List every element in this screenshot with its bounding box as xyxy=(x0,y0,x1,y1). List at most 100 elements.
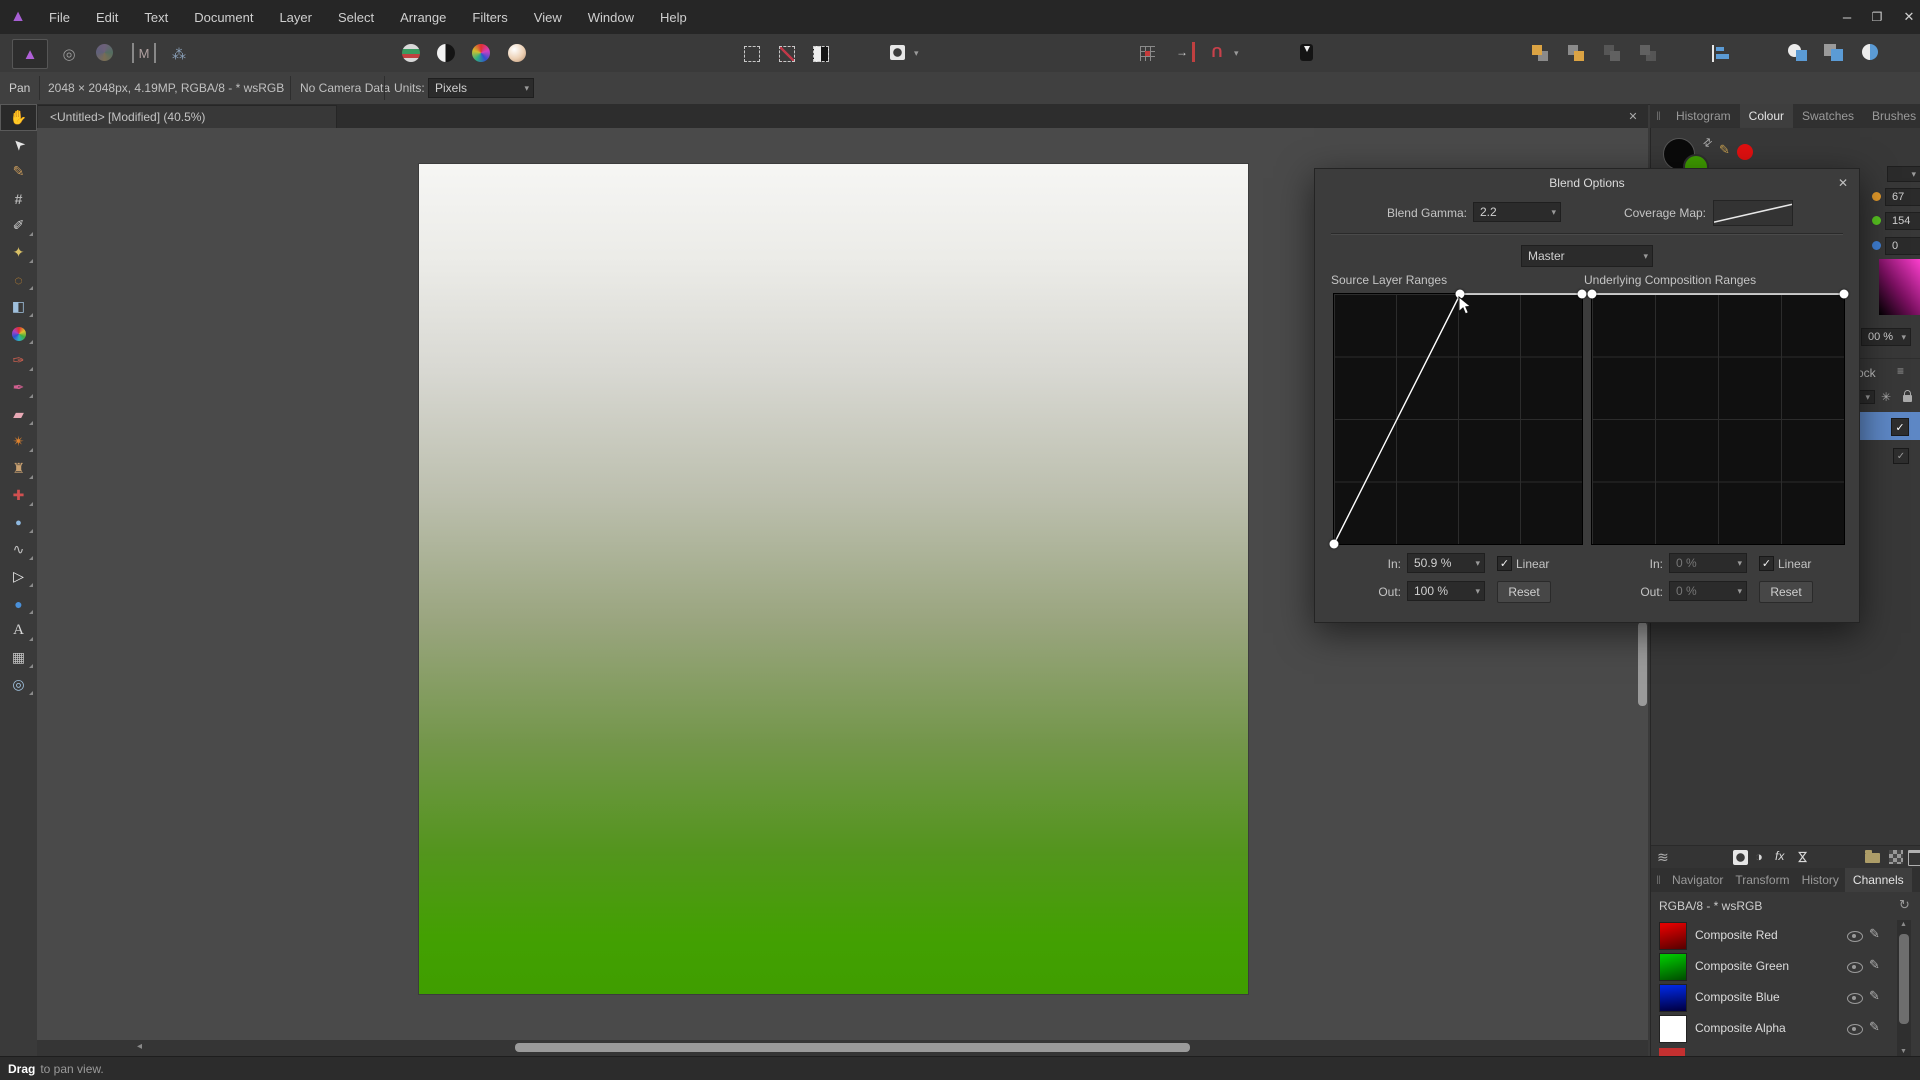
menu-filters[interactable]: Filters xyxy=(459,10,520,25)
select-all-icon[interactable] xyxy=(744,46,760,62)
channel-selector-dropdown[interactable]: Master ▾ xyxy=(1521,245,1653,267)
menu-help[interactable]: Help xyxy=(647,10,700,25)
menu-text[interactable]: Text xyxy=(131,10,181,25)
channel-editable-icon[interactable]: ✎ xyxy=(1869,1019,1880,1035)
source-linear-checkbox[interactable]: ✓ xyxy=(1497,556,1512,571)
channel-visible-icon[interactable] xyxy=(1847,993,1863,1004)
develop-persona-button[interactable] xyxy=(96,44,113,61)
layer-visibility-checkbox[interactable]: ✓ xyxy=(1893,448,1909,464)
dialog-close-icon[interactable]: ✕ xyxy=(1835,175,1851,191)
auto-contrast-icon[interactable] xyxy=(437,44,455,62)
tab-history[interactable]: History xyxy=(1796,868,1845,892)
units-dropdown[interactable]: Pixels ▾ xyxy=(428,78,534,98)
tab-histogram[interactable]: Histogram xyxy=(1667,104,1740,128)
boolean-divide-icon[interactable] xyxy=(1862,44,1878,60)
red-slider-dot[interactable] xyxy=(1872,192,1881,201)
export-persona-button[interactable]: ⁂ xyxy=(168,43,190,65)
snapping-caret-icon[interactable]: ▾ xyxy=(1234,48,1239,59)
red-value-field[interactable]: 67 xyxy=(1885,188,1920,206)
menu-arrange[interactable]: Arrange xyxy=(387,10,459,25)
zoom-tool[interactable]: ◎ xyxy=(0,671,37,698)
shape-tool[interactable]: ● xyxy=(0,590,37,617)
blend-gamma-dropdown[interactable]: 2.2 ▾ xyxy=(1473,202,1561,222)
move-backward-icon[interactable] xyxy=(1604,45,1621,62)
colour-picker-box[interactable] xyxy=(1879,259,1920,315)
tab-bar-close-icon[interactable]: ✕ xyxy=(1625,108,1641,124)
channel-editable-icon[interactable]: ✎ xyxy=(1869,988,1880,1004)
move-tool[interactable]: ➤ xyxy=(0,131,37,158)
snapping-magnet-icon[interactable]: U xyxy=(1208,43,1226,61)
colour-mode-dropdown[interactable]: ▾ xyxy=(1887,166,1920,182)
tab-transform[interactable]: Transform xyxy=(1729,868,1795,892)
menu-document[interactable]: Document xyxy=(181,10,266,25)
menu-edit[interactable]: Edit xyxy=(83,10,131,25)
green-value-field[interactable]: 154 xyxy=(1885,212,1920,230)
menu-layer[interactable]: Layer xyxy=(266,10,325,25)
channels-scrollbar[interactable] xyxy=(1899,934,1909,1024)
paint-brush-tool[interactable]: ✑ xyxy=(0,347,37,374)
coverage-map-widget[interactable] xyxy=(1713,200,1793,226)
underlying-in-dropdown[interactable]: 0 % ▾ xyxy=(1669,553,1747,573)
layer-lock-icon[interactable] xyxy=(1903,395,1912,402)
quick-mask-caret-icon[interactable]: ▾ xyxy=(914,48,919,59)
horizontal-scrollbar-track[interactable]: ◂ xyxy=(37,1040,1648,1056)
colour-picker-tool[interactable]: ✎ xyxy=(0,158,37,185)
move-by-whole-pixels-icon[interactable]: → xyxy=(1172,42,1195,62)
smudge-brush-tool[interactable]: ∿ xyxy=(0,536,37,563)
mesh-warp-tool[interactable]: ▦ xyxy=(0,644,37,671)
channel-row[interactable]: Composite Red ✎ xyxy=(1651,920,1920,951)
liquify-persona-button[interactable]: ◎ xyxy=(58,43,80,65)
quick-mask-icon[interactable] xyxy=(890,45,905,60)
layer-settings-gear-icon[interactable]: ✳ xyxy=(1881,390,1891,404)
auto-colour-icon[interactable] xyxy=(472,44,490,62)
layer-visibility-checkbox[interactable]: ✓ xyxy=(1891,418,1909,436)
mask-layer-icon[interactable] xyxy=(1733,850,1748,865)
adjustment-layer-icon[interactable]: ◑ xyxy=(1755,849,1763,864)
source-out-dropdown[interactable]: 100 % ▾ xyxy=(1407,581,1485,601)
menu-file[interactable]: File xyxy=(36,10,83,25)
move-forward-icon[interactable] xyxy=(1568,45,1585,62)
underlying-out-dropdown[interactable]: 0 % ▾ xyxy=(1669,581,1747,601)
menu-window[interactable]: Window xyxy=(575,10,647,25)
layers-menu-icon[interactable]: ≡ xyxy=(1897,364,1904,378)
deselect-icon[interactable] xyxy=(779,46,795,62)
channel-editable-icon[interactable]: ✎ xyxy=(1869,926,1880,942)
tab-channels[interactable]: Channels xyxy=(1845,868,1912,892)
erase-brush-tool[interactable]: ▰ xyxy=(0,401,37,428)
auto-levels-icon[interactable] xyxy=(402,44,420,62)
channel-visible-icon[interactable] xyxy=(1847,962,1863,973)
crop-tool[interactable]: # xyxy=(0,185,37,212)
minimize-button[interactable]: – xyxy=(1836,6,1858,28)
colour-eyedropper-icon[interactable]: ✎ xyxy=(1719,142,1730,158)
underlying-linear-checkbox[interactable]: ✓ xyxy=(1759,556,1774,571)
panel-grip-icon[interactable]: ‖ xyxy=(1651,873,1666,887)
channel-visible-icon[interactable] xyxy=(1847,1024,1863,1035)
document-tab[interactable]: <Untitled> [Modified] (40.5%) xyxy=(37,105,337,128)
tone-mapping-persona-button[interactable]: M xyxy=(132,43,156,63)
menu-view[interactable]: View xyxy=(521,10,575,25)
tab-colour[interactable]: Colour xyxy=(1740,104,1793,128)
delete-layer-icon[interactable] xyxy=(1908,850,1920,866)
lasso-tool[interactable]: ◌ xyxy=(0,266,37,293)
boolean-subtract-icon[interactable] xyxy=(1824,44,1844,62)
scroll-up-icon[interactable]: ▲ xyxy=(1900,921,1907,928)
tab-navigator[interactable]: Navigator xyxy=(1666,868,1729,892)
source-in-dropdown[interactable]: 50.9 % ▾ xyxy=(1407,553,1485,573)
underlying-ranges-graph[interactable] xyxy=(1591,293,1845,545)
blue-slider-dot[interactable] xyxy=(1872,241,1881,250)
curve-node[interactable] xyxy=(1578,290,1587,299)
channel-editable-icon[interactable]: ✎ xyxy=(1869,957,1880,973)
selection-brush-tool[interactable]: ✐ xyxy=(0,212,37,239)
channel-row[interactable]: Composite Alpha ✎ xyxy=(1651,1013,1920,1044)
green-slider-dot[interactable] xyxy=(1872,216,1881,225)
menu-select[interactable]: Select xyxy=(325,10,387,25)
canvas-image[interactable] xyxy=(419,164,1248,994)
assistant-icon[interactable] xyxy=(1300,44,1313,61)
swap-colours-icon[interactable]: ⇄ xyxy=(1700,135,1715,151)
channel-row[interactable]: Composite Green ✎ xyxy=(1651,951,1920,982)
view-tool[interactable]: ✋ xyxy=(0,104,37,131)
healing-brush-tool[interactable]: ✚ xyxy=(0,482,37,509)
vertical-scrollbar[interactable] xyxy=(1638,622,1647,706)
node-tool[interactable]: ▷ xyxy=(0,563,37,590)
scroll-down-icon[interactable]: ▼ xyxy=(1900,1048,1907,1055)
